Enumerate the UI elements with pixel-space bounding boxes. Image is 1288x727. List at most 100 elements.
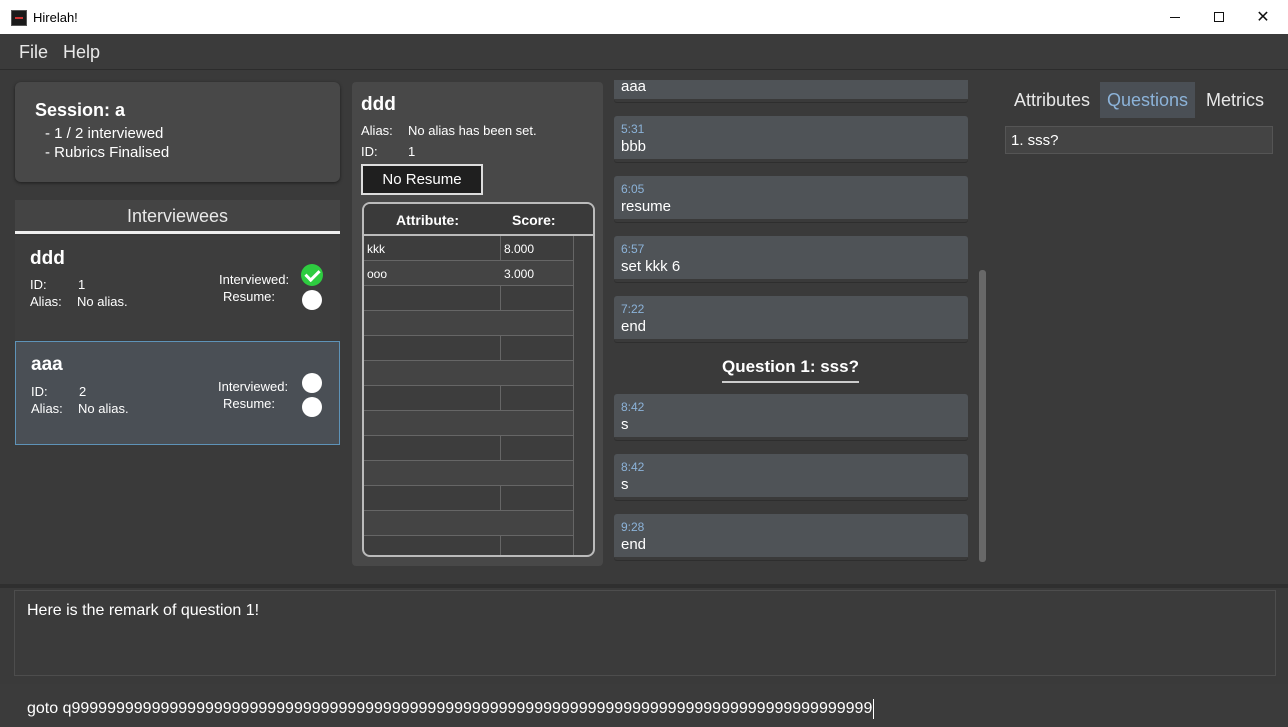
panel-separator [0,584,1288,588]
remark-time: 6:57 [621,242,645,256]
detail-name: ddd [361,94,396,115]
command-input[interactable]: goto q9999999999999999999999999999999999… [0,684,1288,727]
remark-item[interactable]: 8:42 s [614,394,968,440]
remark-text: resume [621,198,672,215]
info-tabs: Attributes Questions Metrics [1005,82,1275,118]
app-logo-icon [11,10,27,26]
table-row[interactable]: kkk 8.000 [364,236,573,261]
remark-item[interactable]: 5:31 bbb [614,116,968,162]
tab-questions[interactable]: Questions [1100,82,1195,118]
session-card: Session: a - 1 / 2 interviewed - Rubrics… [15,82,340,182]
remark-time: 6:05 [621,182,645,196]
menu-file[interactable]: File [19,42,48,63]
remark-time: 5:31 [621,122,645,136]
session-title: Session: a [35,100,126,120]
interviewed-check-icon [301,264,323,286]
tab-attributes[interactable]: Attributes [1005,82,1099,118]
remark-item[interactable]: 6:57 set kkk 6 [614,236,968,282]
detail-alias-label: Alias: [361,123,393,138]
remark-time: 9:28 [621,520,645,534]
score-column-header[interactable]: Score: [512,212,556,228]
menu-help[interactable]: Help [63,42,100,63]
no-resume-button[interactable]: No Resume [361,164,483,195]
attribute-score-table: Attribute: Score: kkk 8.000 ooo 3.000 [362,202,595,557]
remark-time: 8:42 [621,400,645,414]
remark-text: s [621,416,629,433]
remark-text: end [621,318,647,335]
menu-bar: File Help [0,34,1288,70]
column-divider [573,236,574,555]
attribute-column-header[interactable]: Attribute: [396,212,459,228]
remark-text: s [621,476,629,493]
transcript-scrollbar-thumb[interactable] [979,270,986,562]
session-rubrics-status: - Rubrics Finalised [45,144,170,161]
remark-time: 8:42 [621,460,645,474]
detail-id-label: ID: [361,144,378,159]
interviewee-alias: No alias. [77,294,128,309]
attribute-cell: kkk [367,242,385,256]
interviewee-id: 1 [78,277,86,292]
id-label: ID: [30,277,47,292]
interviewees-header: Interviewees [15,200,340,234]
result-display: Here is the remark of question 1! [14,590,1276,676]
remark-text: aaa [621,80,647,95]
minimize-icon [1170,16,1180,18]
interviewee-card-ddd[interactable]: ddd ID: 1 Alias: No alias. Interviewed: … [15,236,340,340]
resume-status-circle-icon [302,397,322,417]
score-cell: 3.000 [504,267,535,281]
table-row-empty [364,386,573,411]
table-row-empty [364,436,573,461]
table-row-empty [364,311,573,336]
interviewed-label: Interviewed: [219,272,290,287]
resume-label: Resume: [223,396,276,411]
remark-item[interactable]: 9:28 end [614,514,968,560]
remark-time: 7:22 [621,302,645,316]
remark-item[interactable]: 8:42 s [614,454,968,500]
maximize-icon [1214,12,1224,22]
table-row-empty [364,286,573,311]
remark-item[interactable]: 7:22 end [614,296,968,342]
alias-label: Alias: [30,294,62,309]
interviewed-label: Interviewed: [218,379,289,394]
table-row-empty [364,511,573,536]
question-list-item[interactable]: 1. sss? [1005,126,1273,154]
result-text: Here is the remark of question 1! [27,602,260,619]
close-icon: ✕ [1256,9,1270,26]
interviewee-detail-panel: ddd Alias: No alias has been set. ID: 1 … [352,82,603,566]
table-row[interactable]: ooo 3.000 [364,261,573,286]
close-button[interactable]: ✕ [1240,0,1286,34]
session-interviewed-count: - 1 / 2 interviewed [45,125,164,142]
transcript-panel[interactable]: aaa 5:31 bbb 6:05 resume 6:57 set kkk 6 … [614,80,970,566]
interviewee-card-aaa[interactable]: aaa ID: 2 Alias: No alias. Interviewed: … [15,341,340,445]
remark-text: set kkk 6 [621,258,681,275]
window-title: Hirelah! [33,10,78,25]
interviewee-name: ddd [30,248,65,269]
text-caret [873,699,875,719]
remark-text: bbb [621,138,647,155]
interviewed-status-circle-icon [302,373,322,393]
resume-label: Resume: [223,289,276,304]
resume-status-circle-icon [302,290,322,310]
minimize-button[interactable] [1152,0,1198,34]
remark-text: end [621,536,647,553]
table-header: Attribute: Score: [364,204,593,236]
alias-label: Alias: [31,401,63,416]
tab-metrics[interactable]: Metrics [1196,82,1274,118]
question-section-title: Question 1: sss? [722,357,859,383]
score-cell: 8.000 [504,242,535,256]
table-row-empty [364,461,573,486]
table-row-empty [364,486,573,511]
maximize-button[interactable] [1196,0,1242,34]
remark-item[interactable]: 6:05 resume [614,176,968,222]
interviewee-name: aaa [31,354,63,375]
detail-id: 1 [408,144,416,159]
interviewee-id: 2 [79,384,87,399]
remark-item[interactable]: aaa [614,80,968,102]
table-row-empty [364,336,573,361]
command-input-text: goto q9999999999999999999999999999999999… [27,699,875,719]
detail-alias: No alias has been set. [408,123,537,138]
table-row-empty [364,411,573,436]
window-titlebar: Hirelah! ✕ [0,0,1288,34]
attribute-cell: ooo [367,267,388,281]
interviewee-alias: No alias. [78,401,129,416]
